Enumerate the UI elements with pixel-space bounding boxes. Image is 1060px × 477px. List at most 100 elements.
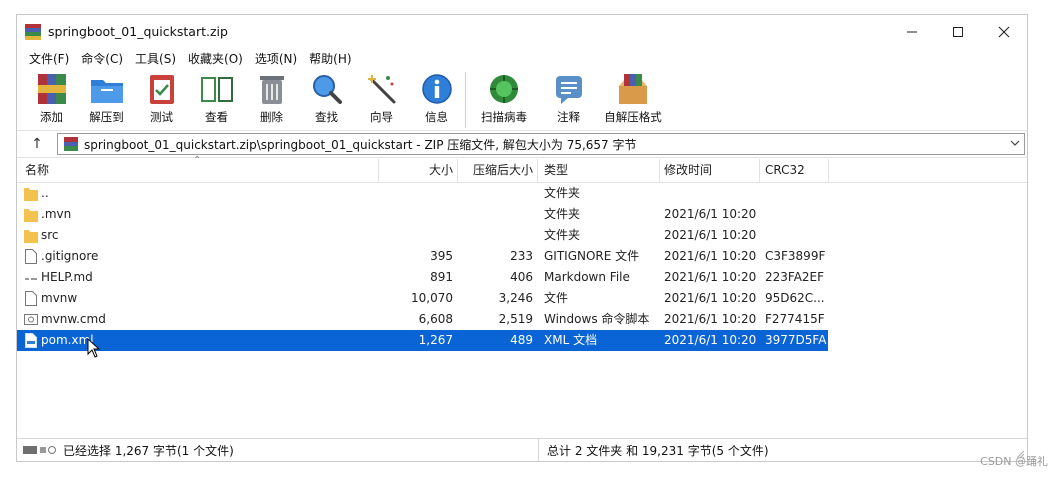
table-row[interactable]: src 文件夹 2021/6/1 10:20 [17, 225, 1027, 246]
table-row[interactable]: mvnw.cmd 6,608 2,519 Windows 命令脚本 2021/6… [17, 309, 1027, 330]
wizard-label: 向导 [370, 110, 393, 124]
column-name[interactable]: 名称 [25, 159, 49, 183]
add-button[interactable]: 添加 [31, 72, 72, 125]
status-total: 总计 2 文件夹 和 19,231 字节(5 个文件) [547, 443, 769, 458]
menu-favorites[interactable]: 收藏夹(O) [182, 50, 249, 67]
table-row-selected[interactable]: pom.xml 1,267 489 XML 文档 2021/6/1 10:20 … [17, 330, 1027, 351]
extract-folder-icon [90, 80, 123, 103]
drive-icon [23, 446, 56, 454]
view-label: 查看 [205, 110, 228, 124]
title-bar[interactable]: springboot_01_quickstart.zip [17, 15, 1027, 48]
file-crc32: 95D62C... [765, 291, 825, 305]
close-button[interactable] [981, 15, 1027, 48]
file-type: 文件夹 [544, 186, 581, 200]
column-size[interactable]: 大小 [379, 159, 453, 183]
address-bar[interactable]: springboot_01_quickstart.zip\springboot_… [57, 133, 1025, 155]
up-folder-button[interactable]: ↑ [17, 131, 57, 157]
info-button[interactable]: 信息 [416, 72, 457, 125]
info-label: 信息 [425, 110, 448, 124]
file-packed-size: 233 [510, 249, 533, 263]
file-packed-size: 2,519 [498, 312, 533, 326]
table-row[interactable]: HELP.md 891 406 Markdown File 2021/6/1 1… [17, 267, 1027, 288]
window-title: springboot_01_quickstart.zip [48, 24, 228, 39]
menu-commands[interactable]: 命令(C) [75, 50, 129, 67]
file-name: HELP.md [41, 270, 93, 284]
folder-icon [24, 209, 38, 222]
sfx-label: 自解压格式 [604, 110, 662, 124]
menu-tools[interactable]: 工具(S) [129, 50, 182, 67]
address-row: ↑ springboot_01_quickstart.zip\springboo… [17, 130, 1027, 158]
file-packed-size: 489 [510, 333, 533, 347]
add-archive-icon [37, 74, 66, 104]
folder-icon [24, 230, 38, 243]
file-type: 文件 [544, 291, 569, 305]
extract-to-label: 解压到 [89, 110, 124, 124]
file-icon [25, 291, 37, 306]
file-name: .mvn [41, 207, 72, 221]
folder-icon [24, 188, 38, 201]
virus-scan-icon [490, 75, 518, 103]
file-modified: 2021/6/1 10:20 [664, 270, 757, 284]
file-modified: 2021/6/1 10:20 [664, 291, 757, 305]
minimize-icon [907, 31, 917, 32]
file-name: mvnw [41, 291, 78, 305]
file-list: 名称 ⌃ 大小 压缩后大小 类型 修改时间 CRC32 .. 文件夹 .mvn [17, 155, 1027, 430]
find-button[interactable]: 查找 [306, 72, 347, 125]
xml-icon [25, 333, 37, 348]
info-icon [421, 74, 452, 104]
table-row[interactable]: mvnw 10,070 3,246 文件 2021/6/1 10:20 95D6… [17, 288, 1027, 309]
extract-to-button[interactable]: 解压到 [86, 72, 127, 125]
file-packed-size: 406 [510, 270, 533, 284]
arrow-up-icon: ↑ [31, 136, 43, 152]
view-book-icon [200, 77, 233, 102]
file-crc32: 3977D5FA [765, 333, 827, 347]
wizard-button[interactable]: 向导 [361, 72, 402, 125]
file-modified: 2021/6/1 10:20 [664, 228, 757, 242]
menu-help[interactable]: 帮助(H) [303, 50, 357, 67]
menu-file[interactable]: 文件(F) [23, 50, 75, 67]
column-packed-size[interactable]: 压缩后大小 [458, 159, 533, 183]
test-clipboard-icon [149, 75, 174, 104]
scan-virus-button[interactable]: 扫描病毒 [474, 72, 534, 125]
file-size: 1,267 [418, 333, 453, 347]
test-button[interactable]: 测试 [141, 72, 182, 125]
find-label: 查找 [315, 110, 338, 124]
file-name: .. [41, 186, 49, 200]
file-size [379, 183, 453, 204]
column-modified[interactable]: 修改时间 [664, 159, 712, 183]
toolbar-separator [465, 72, 466, 128]
menu-options[interactable]: 选项(N) [249, 50, 303, 67]
chevron-down-icon[interactable] [1009, 137, 1021, 149]
file-type: 文件夹 [544, 228, 581, 242]
file-type: Markdown File [544, 270, 630, 284]
trash-icon [259, 76, 284, 104]
file-crc32: C3F3899F [765, 249, 826, 263]
file-size: 6,608 [418, 312, 453, 326]
file-name: .gitignore [41, 249, 99, 263]
column-crc32[interactable]: CRC32 [765, 159, 805, 183]
view-button[interactable]: 查看 [196, 72, 237, 125]
delete-button[interactable]: 删除 [251, 72, 292, 125]
maximize-button[interactable] [935, 15, 981, 48]
file-modified: 2021/6/1 10:20 [664, 207, 757, 221]
script-icon [24, 314, 38, 325]
file-name: pom.xml [41, 333, 94, 347]
sfx-button[interactable]: 自解压格式 [603, 72, 663, 125]
comment-icon [555, 76, 582, 104]
comment-button[interactable]: 注释 [548, 72, 589, 125]
file-crc32: 223FA2EF [765, 270, 825, 284]
table-row[interactable]: .mvn 文件夹 2021/6/1 10:20 [17, 204, 1027, 225]
file-packed-size: 3,246 [498, 291, 533, 305]
table-row[interactable]: .gitignore 395 233 GITIGNORE 文件 2021/6/1… [17, 246, 1027, 267]
file-packed-size [458, 225, 533, 246]
column-type[interactable]: 类型 [544, 159, 568, 183]
status-selection: 已经选择 1,267 字节(1 个文件) [63, 443, 234, 458]
mouse-cursor-icon [87, 338, 101, 358]
table-row[interactable]: .. 文件夹 [17, 183, 1027, 204]
comment-label: 注释 [557, 110, 580, 124]
minimize-button[interactable] [889, 15, 935, 48]
address-path: springboot_01_quickstart.zip\springboot_… [84, 137, 637, 152]
file-modified: 2021/6/1 10:20 [664, 333, 757, 347]
file-size [379, 204, 453, 225]
sort-ascending-icon: ⌃ [193, 155, 202, 166]
